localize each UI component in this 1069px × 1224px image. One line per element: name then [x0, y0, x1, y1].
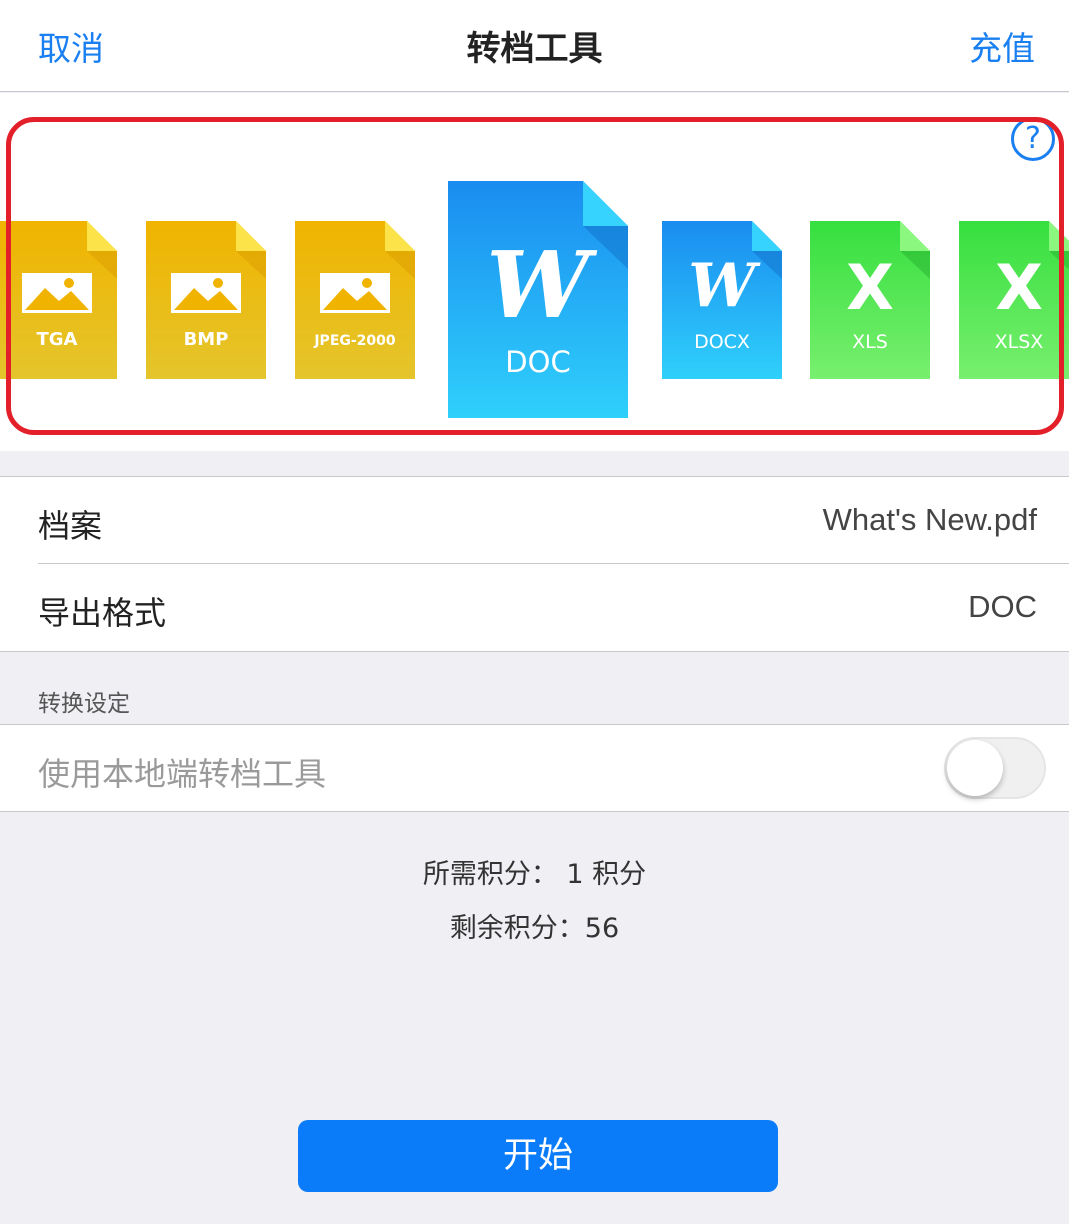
local-tool-toggle[interactable]: [944, 737, 1046, 799]
format-jpeg-2000[interactable]: JPEG-2000: [295, 221, 415, 379]
navigation-bar: 取消 转档工具 充值: [0, 0, 1069, 92]
divider: [0, 651, 1069, 652]
help-icon[interactable]: ?: [1011, 117, 1055, 161]
file-label: 档案: [38, 507, 103, 545]
required-points: 所需积分： 1 积分: [422, 859, 647, 890]
format-bmp[interactable]: BMP: [146, 221, 266, 379]
image-file-icon: [295, 221, 415, 379]
local-tool-label: 使用本地端转档工具: [38, 755, 327, 793]
toggle-knob: [947, 740, 1003, 796]
format-tga[interactable]: TGA: [0, 221, 117, 379]
format-docx[interactable]: W DOCX: [662, 221, 782, 379]
export-format-value: DOC: [968, 589, 1037, 624]
export-format-label: 导出格式: [38, 594, 167, 632]
image-file-icon: [146, 221, 266, 379]
export-format-row[interactable]: 导出格式 DOC: [0, 564, 1069, 651]
divider: [0, 811, 1069, 812]
file-value: What's New.pdf: [822, 502, 1037, 537]
file-row[interactable]: 档案 What's New.pdf: [0, 477, 1069, 564]
format-carousel[interactable]: TGA BMP JPEG-2000 W DOC W DOCX X XLS X X…: [0, 93, 1069, 451]
format-doc-selected[interactable]: W DOC: [448, 181, 628, 418]
start-button[interactable]: 开始: [298, 1120, 778, 1192]
section-header: 转换设定: [38, 691, 130, 717]
local-tool-row: 使用本地端转档工具: [0, 725, 1069, 812]
remaining-points: 剩余积分：56: [449, 913, 620, 944]
format-xls[interactable]: X XLS: [810, 221, 930, 379]
format-xlsx[interactable]: X XLSX: [959, 221, 1069, 379]
recharge-button[interactable]: 充值: [969, 22, 1035, 70]
page-title: 转档工具: [466, 29, 603, 69]
image-file-icon: [0, 221, 117, 379]
